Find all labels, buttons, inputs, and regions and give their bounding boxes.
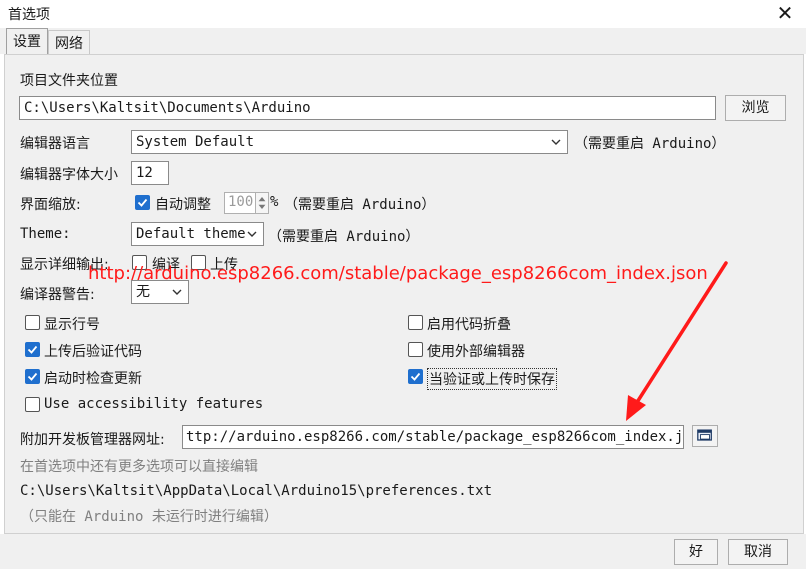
chevron-down-icon [551,139,561,145]
ok-button[interactable]: 好 [674,539,718,565]
font-size-label: 编辑器字体大小 [20,167,118,183]
language-restart-note: （需要重启 Arduino） [574,136,726,152]
tab-strip [0,28,806,54]
compiler-warnings-label: 编译器警告: [20,287,95,303]
compiler-warnings-select[interactable]: 无 [131,280,189,304]
scale-stepper[interactable] [255,192,269,214]
tab-network[interactable]: 网络 [48,30,90,54]
option-label-accessibility: Use accessibility features [44,396,264,412]
option-checkbox-check-updates[interactable] [25,369,40,384]
chevron-down-icon [172,289,182,295]
option-label-save-on-verify: 当验证或上传时保存 [427,368,557,390]
browse-button[interactable]: 浏览 [725,95,786,121]
title-bar [0,0,806,28]
font-size-input[interactable]: 12 [131,161,169,185]
option-checkbox-accessibility[interactable] [25,397,40,412]
check-icon [27,372,38,381]
window-title: 首选项 [8,7,50,23]
option-checkbox-line-numbers[interactable] [25,315,40,330]
tab-settings[interactable]: 设置 [6,28,48,55]
editor-language-value: System Default [136,134,255,150]
editor-language-label: 编辑器语言 [20,136,90,152]
scale-restart-note: （需要重启 Arduino） [284,197,436,213]
chevron-down-icon [247,231,257,237]
board-manager-url-label: 附加开发板管理器网址: [20,432,165,448]
editor-language-select[interactable]: System Default [131,130,568,154]
option-label-verify-upload: 上传后验证代码 [44,344,142,360]
check-icon [410,372,421,381]
check-icon [27,345,38,354]
scale-percent: % [270,194,279,210]
option-checkbox-save-on-verify[interactable] [408,369,423,384]
option-label-external-editor: 使用外部编辑器 [427,344,525,360]
close-button[interactable]: ✕ [770,0,800,26]
scale-input[interactable]: 100 [224,192,256,214]
interface-scale-label: 界面缩放: [20,197,81,213]
annotation-arrow [626,261,728,421]
option-checkbox-code-folding[interactable] [408,315,423,330]
stepper-arrows-icon [258,197,266,209]
option-label-line-numbers: 显示行号 [44,317,100,333]
preferences-edit-note: （只能在 Arduino 未运行时进行编辑） [20,509,278,525]
theme-value: Default theme [136,226,246,242]
sketchbook-location-input[interactable]: C:\Users\Kaltsit\Documents\Arduino [19,96,716,120]
auto-scale-checkbox[interactable] [135,195,150,210]
window-icon [697,429,712,441]
auto-scale-label: 自动调整 [155,197,211,213]
check-icon [137,198,148,207]
sketchbook-location-label: 项目文件夹位置 [20,73,118,89]
option-checkbox-verify-upload[interactable] [25,342,40,357]
cancel-button[interactable]: 取消 [728,539,788,565]
option-label-check-updates: 启动时检查更新 [44,371,142,387]
option-label-code-folding: 启用代码折叠 [427,317,511,333]
theme-select[interactable]: Default theme [131,222,264,246]
compiler-warnings-value: 无 [136,284,150,300]
close-icon: ✕ [776,1,794,25]
more-preferences-note: 在首选项中还有更多选项可以直接编辑 [20,459,258,475]
preferences-file-path: C:\Users\Kaltsit\AppData\Local\Arduino15… [20,483,493,499]
option-checkbox-external-editor[interactable] [408,342,423,357]
theme-label: Theme: [20,226,71,242]
theme-restart-note: （需要重启 Arduino） [268,229,420,245]
